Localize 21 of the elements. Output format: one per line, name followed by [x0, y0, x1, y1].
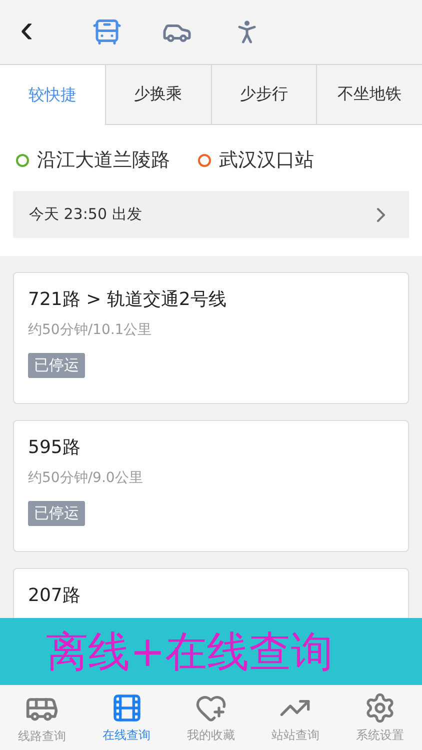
route-duration-distance: 约50分钟/9.0公里 [28, 469, 143, 487]
station-name: 武汉汉口站 [219, 148, 314, 173]
bus-icon [92, 17, 122, 47]
route-title: 595路 [28, 436, 80, 459]
route-duration-distance: 约50分钟/10.1公里 [28, 321, 152, 339]
route-title: 721路 > 轨道交通2号线 [28, 288, 226, 311]
route-card[interactable]: 207路 [13, 568, 409, 618]
route-preference-tab[interactable]: 不坐地铁 [316, 65, 422, 125]
route-preference-tab[interactable]: 少换乘 [104, 65, 210, 125]
route-card[interactable]: 595路 约50分钟/9.0公里 已停运 [13, 420, 409, 552]
status-tag: 已停运 [28, 353, 85, 378]
settings-icon [364, 692, 396, 724]
route-title: 207路 [28, 584, 80, 607]
back-button[interactable]: ‹ [0, 9, 72, 55]
film-roll-icon [110, 692, 143, 724]
departure-time-button[interactable]: 今天 23:50 出发 [13, 191, 409, 238]
route-card[interactable]: 721路 > 轨道交通2号线 约50分钟/10.1公里 已停运 [13, 272, 409, 404]
station-name: 沿江大道兰陵路 [37, 148, 170, 173]
banner-text: 离线+在线查询 [46, 626, 334, 678]
status-tag: 已停运 [28, 501, 85, 526]
route-preference-tab[interactable]: 少步行 [210, 65, 316, 125]
